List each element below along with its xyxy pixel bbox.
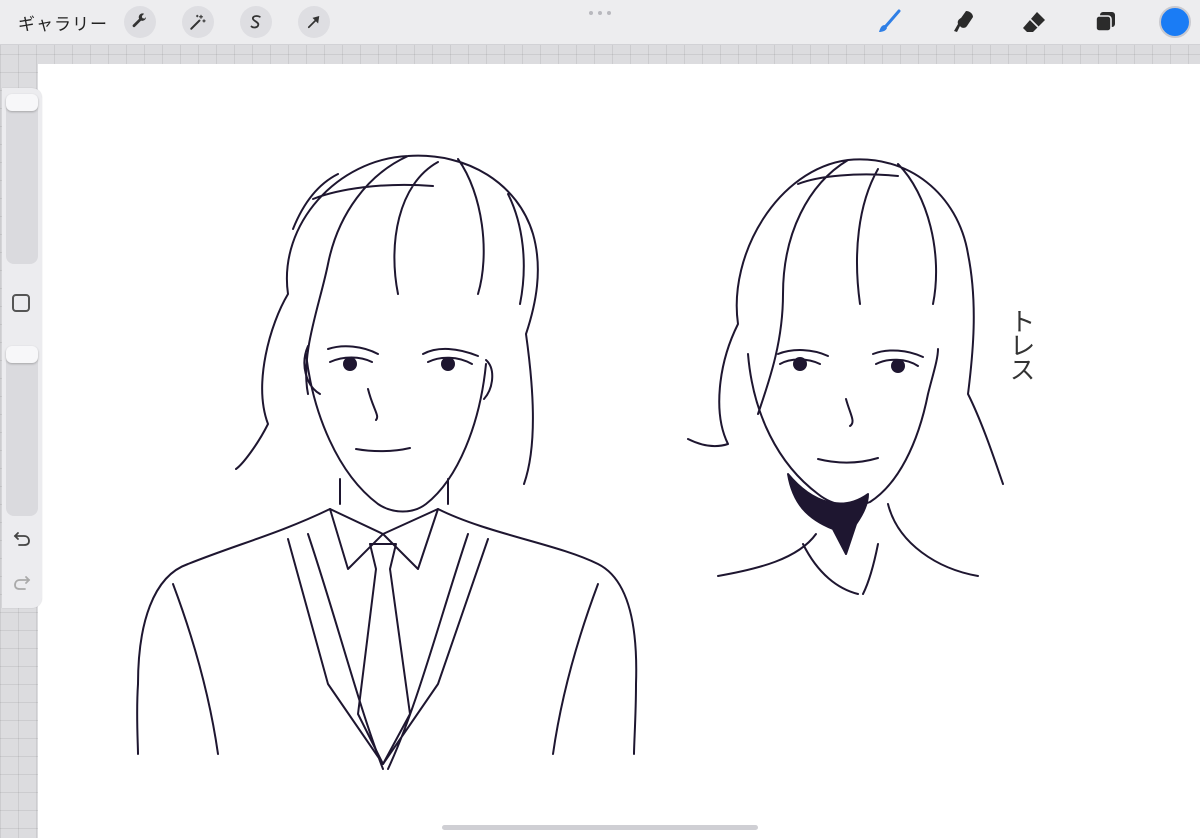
left-figure-hair <box>235 154 539 485</box>
eraser-tool-button[interactable] <box>1017 6 1051 38</box>
redo-button[interactable] <box>11 572 33 594</box>
top-toolbar: ギャラリー <box>0 0 1200 45</box>
left-figure-face <box>303 345 494 513</box>
opacity-slider[interactable] <box>6 346 38 516</box>
eraser-icon <box>1023 12 1045 32</box>
brush-icon <box>879 9 901 32</box>
right-figure-face <box>747 348 939 507</box>
home-indicator[interactable] <box>442 825 758 830</box>
adjustments-button[interactable] <box>182 6 214 38</box>
window-grabber[interactable] <box>589 11 611 15</box>
sketch-artwork <box>136 154 1004 770</box>
smudge-icon <box>954 11 973 32</box>
modify-button[interactable] <box>12 294 30 312</box>
opacity-thumb[interactable] <box>6 346 38 363</box>
annotation-text: トレス <box>1005 308 1035 380</box>
undo-button[interactable] <box>11 528 33 550</box>
arrow-cursor-icon <box>307 16 320 29</box>
left-sidebar <box>2 88 42 608</box>
right-figure-neck-shadow <box>787 473 869 555</box>
undo-icon <box>13 532 30 546</box>
left-figure-suit <box>136 508 638 770</box>
brush-size-thumb[interactable] <box>6 94 38 111</box>
gallery-button[interactable]: ギャラリー <box>18 10 108 35</box>
color-button[interactable] <box>1159 6 1191 38</box>
left-figure-collar <box>329 508 439 570</box>
brush-size-slider[interactable] <box>6 94 38 264</box>
selection-s-icon <box>250 15 261 29</box>
selection-button[interactable] <box>240 6 272 38</box>
magic-wand-icon <box>190 14 206 30</box>
redo-icon <box>14 576 31 590</box>
layers-icon <box>1095 12 1115 32</box>
transform-button[interactable] <box>298 6 330 38</box>
actions-button[interactable] <box>124 6 156 38</box>
drawing-canvas[interactable]: トレス <box>38 64 1200 838</box>
right-figure-hair <box>687 158 1004 485</box>
left-figure-tie <box>357 543 411 765</box>
wrench-icon <box>132 13 146 28</box>
brush-tool-button[interactable] <box>872 6 906 38</box>
smudge-tool-button[interactable] <box>946 6 980 38</box>
layers-button[interactable] <box>1088 6 1122 38</box>
